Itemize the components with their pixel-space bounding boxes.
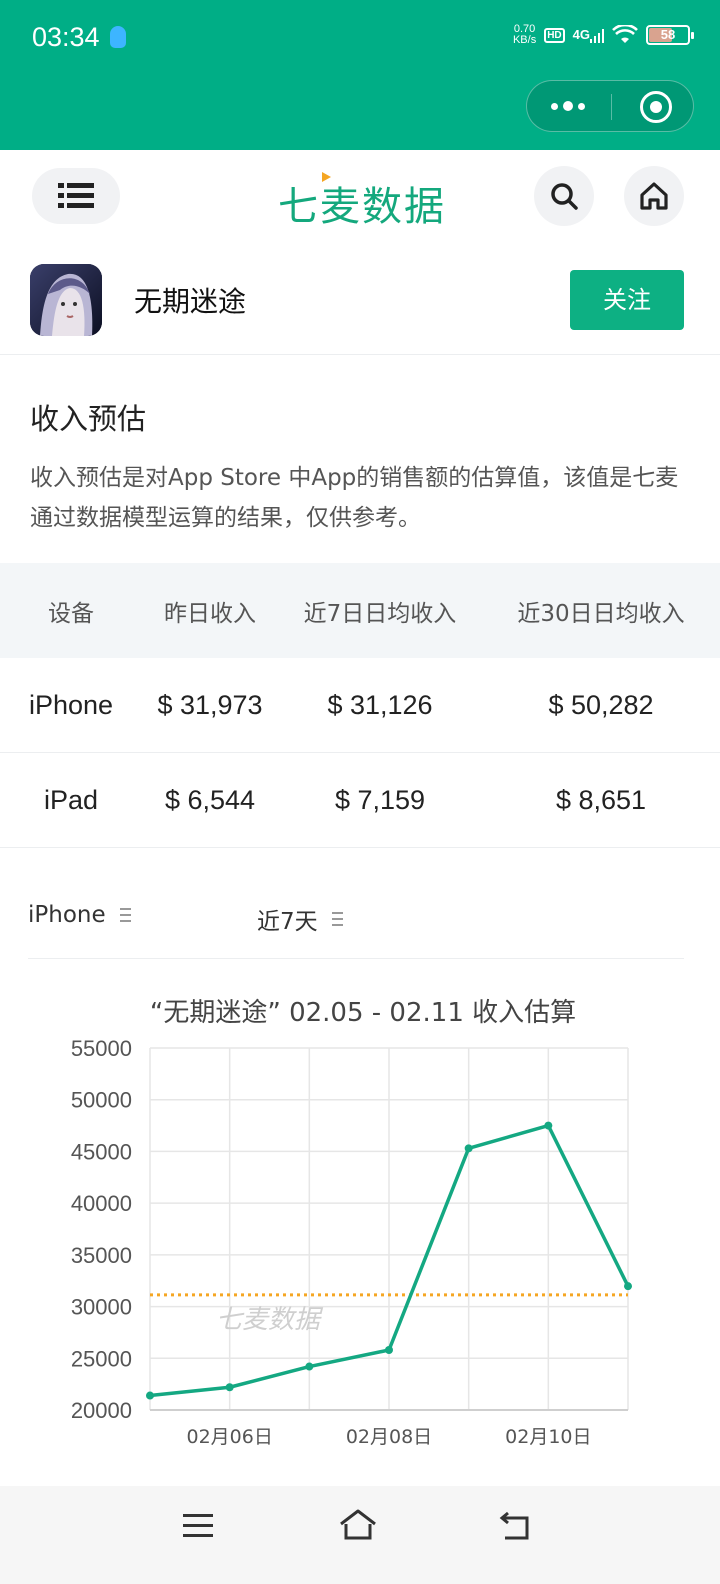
table-cell: $ 50,282 [482, 658, 720, 753]
data-point [544, 1121, 553, 1130]
data-point [385, 1346, 393, 1355]
y-tick-label: 25000 [71, 1346, 132, 1371]
logo: 七麦数据 [278, 172, 446, 232]
search-button[interactable] [534, 166, 594, 226]
app-info-row: 无期迷途 关注 [0, 242, 720, 355]
home-icon [640, 182, 668, 210]
x-axis: 02月06日 02月08日 02月10日 [186, 1426, 591, 1448]
app-header: 七麦数据 [0, 150, 720, 242]
table-header: 设备 [0, 563, 142, 658]
data-point [624, 1282, 632, 1291]
status-time: 03:34 [32, 22, 100, 52]
filter-menu-icon [331, 912, 343, 926]
table-header: 昨日收入 [142, 563, 278, 658]
logo-flag [322, 172, 331, 182]
chart-grid [149, 1047, 629, 1411]
hamburger-icon[interactable] [182, 1512, 214, 1540]
wifi-icon [612, 25, 638, 43]
data-point [464, 1144, 473, 1153]
y-tick-label: 40000 [71, 1191, 132, 1216]
period-filter-label: 近7天 [257, 909, 318, 935]
battery-icon: 58 [646, 25, 694, 45]
table-cell: $ 6,544 [142, 752, 278, 848]
more-icon[interactable] [551, 101, 585, 111]
x-tick-label: 02月10日 [505, 1426, 591, 1448]
table-row: iPad $ 6,544 $ 7,159 $ 8,651 [0, 752, 720, 848]
table-header: 近30日日均收入 [482, 563, 720, 658]
period-filter[interactable]: 近7天 [257, 902, 343, 936]
speed-unit: KB/s [512, 34, 537, 46]
signal-4g-icon: 4G [573, 27, 604, 43]
network-speed: 0.70 KB/s [513, 24, 536, 46]
y-tick-label: 30000 [71, 1295, 132, 1320]
table-header-row: 设备 昨日收入 近7日日均收入 近30日日均收入 [0, 563, 720, 658]
list-menu-icon [58, 183, 94, 208]
miniprogram-capsule [526, 80, 694, 132]
y-tick-label: 55000 [71, 1036, 132, 1061]
table-cell: $ 8,651 [482, 752, 720, 848]
chart-title: “无期迷途” 02.05 - 02.11 收入估算 [150, 998, 576, 1028]
y-tick-label: 35000 [71, 1243, 132, 1268]
x-tick-label: 02月06日 [186, 1426, 272, 1448]
y-tick-label: 20000 [71, 1398, 132, 1423]
top-bar: 03:34 0.70 KB/s HD 4G 58 [0, 0, 720, 150]
network-type: 4G [572, 27, 590, 43]
status-icons: 0.70 KB/s HD 4G 58 [513, 24, 694, 46]
qq-notification-icon [110, 26, 126, 48]
table-cell: $ 31,126 [278, 658, 482, 753]
table-cell: iPhone [0, 658, 142, 753]
device-filter[interactable]: iPhone [28, 902, 131, 928]
chart-filters: iPhone 近7天 [28, 880, 684, 959]
app-name: 无期迷途 [134, 285, 247, 318]
table-cell: iPad [0, 752, 142, 848]
table-header: 近7日日均收入 [278, 563, 482, 658]
back-icon[interactable] [497, 1510, 533, 1542]
revenue-chart: “无期迷途” 02.05 - 02.11 收入估算 七麦数据 55000 5000… [71, 998, 632, 1448]
y-tick-label: 45000 [71, 1139, 132, 1164]
device-filter-label: iPhone [28, 902, 106, 928]
filter-menu-icon [119, 908, 131, 922]
system-nav-bar [0, 1486, 720, 1584]
home-button[interactable] [624, 166, 684, 226]
hd-icon: HD [544, 27, 565, 43]
home-outline-icon[interactable] [338, 1508, 378, 1542]
table-cell: $ 7,159 [278, 752, 482, 848]
table-cell: $ 31,973 [142, 658, 278, 753]
revenue-table: 设备 昨日收入 近7日日均收入 近30日日均收入 iPhone $ 31,973… [0, 563, 720, 848]
search-icon [551, 183, 578, 210]
logo-text: 七麦数据 [278, 184, 446, 230]
chart-watermark: 七麦数据 [216, 1305, 324, 1335]
close-target-icon[interactable] [640, 91, 672, 123]
y-tick-label: 50000 [71, 1088, 132, 1113]
data-point [225, 1383, 234, 1392]
data-point [305, 1362, 314, 1371]
menu-button[interactable] [32, 168, 120, 224]
section-description: 收入预估是对App Store 中App的销售额的估算值，该值是七麦通过数据模型… [30, 465, 679, 531]
data-point [146, 1391, 154, 1400]
table-row: iPhone $ 31,973 $ 31,126 $ 50,282 [0, 658, 720, 753]
section-title: 收入预估 [30, 402, 147, 436]
follow-button[interactable]: 关注 [570, 270, 684, 330]
y-axis: 55000 50000 45000 40000 35000 30000 25000 20000 [71, 1036, 132, 1423]
app-icon[interactable] [30, 264, 102, 336]
x-tick-label: 02月08日 [346, 1426, 432, 1448]
battery-level: 58 [660, 27, 676, 42]
